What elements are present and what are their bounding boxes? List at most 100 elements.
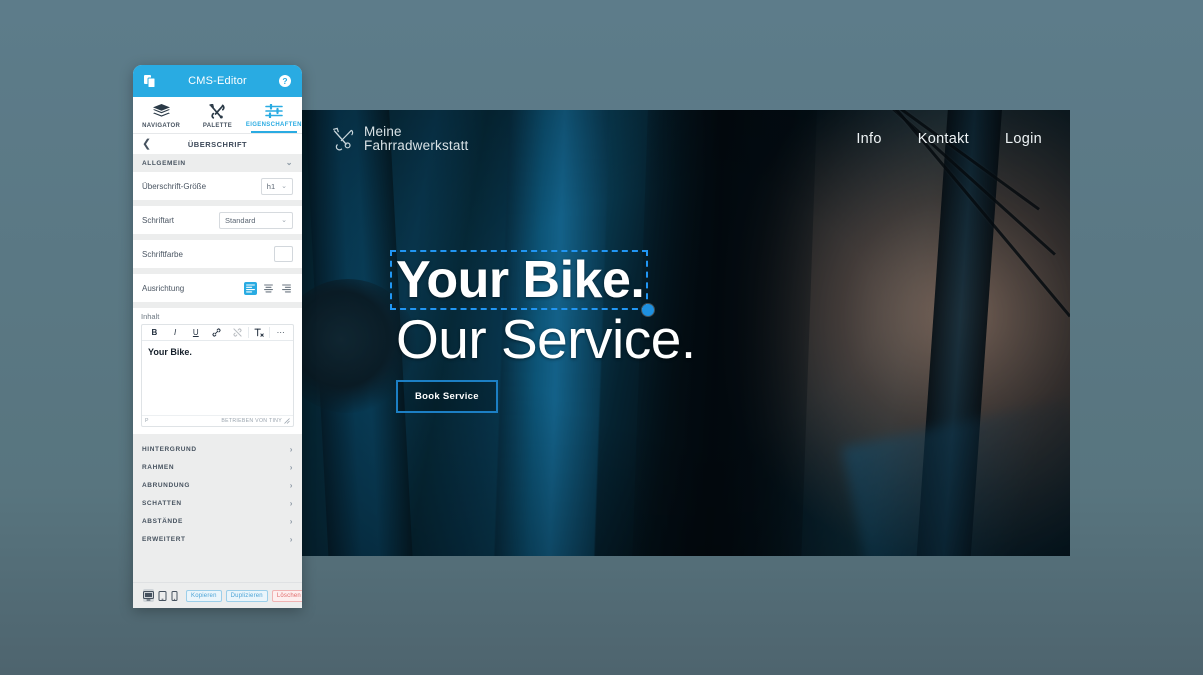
desktop-view-icon[interactable] [143, 589, 154, 602]
help-circle-icon[interactable]: ? [279, 75, 291, 87]
section-schatten-label: SCHATTEN [142, 499, 182, 507]
chevron-right-icon: › [289, 498, 293, 508]
section-allgemein-label: ALLGEMEIN [142, 159, 186, 167]
section-schatten[interactable]: SCHATTEN › [133, 494, 302, 512]
section-erweitert-label: ERWEITERT [142, 535, 186, 543]
font-value: Standard [225, 215, 256, 225]
breadcrumb: ❮ ÜBERSCHRIFT [133, 133, 302, 154]
field-heading-size[interactable]: Überschrift-Größe h1 ⌄ [133, 172, 302, 200]
site-nav: Info Kontakt Login [856, 131, 1042, 147]
section-rahmen-label: RAHMEN [142, 463, 175, 471]
bold-icon[interactable]: B [144, 325, 165, 340]
hero-section: Your Bike. Our Service. Book Service [390, 250, 696, 413]
editor-branding: BETRIEBEN VON TINY [221, 418, 282, 424]
editor-toolbar: B I U ··· [142, 325, 293, 341]
clear-formatting-icon[interactable] [249, 325, 270, 340]
brand-line-2: Fahrradwerkstatt [364, 138, 469, 153]
section-abstaende[interactable]: ABSTÄNDE › [133, 512, 302, 530]
tab-palette[interactable]: PALETTE [189, 97, 245, 133]
chevron-down-icon[interactable]: ⌄ [286, 159, 293, 167]
crossed-tools-icon [330, 126, 356, 152]
section-erweitert[interactable]: ERWEITERT › [133, 530, 302, 548]
chevron-down-icon: ⌄ [281, 183, 287, 190]
field-heading-size-label: Überschrift-Größe [142, 181, 207, 191]
section-abstaende-label: ABSTÄNDE [142, 517, 183, 525]
hero-subline[interactable]: Our Service. [390, 310, 696, 368]
section-abrundung[interactable]: ABRUNDUNG › [133, 476, 302, 494]
mobile-view-icon[interactable] [171, 589, 178, 602]
chevron-down-icon: ⌄ [281, 217, 287, 224]
rich-text-editor[interactable]: B I U ··· Your Bike. P BETRIEBEN VON TIN… [141, 324, 294, 427]
tab-eigenschaften[interactable]: EIGENSCHAFTEN [246, 97, 302, 133]
section-abrundung-label: ABRUNDUNG [142, 481, 191, 489]
chevron-right-icon: › [289, 462, 293, 472]
sliders-icon [265, 104, 283, 118]
selected-heading-wrapper[interactable]: Your Bike. [390, 250, 655, 316]
tab-eigenschaften-label: EIGENSCHAFTEN [245, 122, 302, 128]
duplicate-button[interactable]: Duplizieren [225, 589, 268, 602]
book-service-button[interactable]: Book Service [396, 380, 498, 413]
editor-paragraph[interactable]: Your Bike. [148, 347, 287, 357]
font-color-swatch[interactable] [274, 246, 293, 262]
field-font[interactable]: Schriftart Standard ⌄ [133, 206, 302, 234]
hero-headline[interactable]: Your Bike. [390, 250, 648, 310]
section-rahmen[interactable]: RAHMEN › [133, 458, 302, 476]
tab-navigator-label: NAVIGATOR [142, 123, 181, 129]
link-icon[interactable] [206, 325, 227, 340]
editor-content-area[interactable]: Your Bike. [142, 341, 293, 415]
layers-icon [152, 104, 170, 119]
editor-statusbar: P BETRIEBEN VON TINY [142, 415, 293, 426]
svg-text:?: ? [282, 76, 287, 86]
editor-title: CMS-Editor [188, 75, 247, 87]
cms-editor-panel[interactable]: CMS-Editor ? NAVIGATOR PALETTE EIGENSCHA… [133, 65, 302, 608]
breadcrumb-title: ÜBERSCHRIFT [187, 139, 248, 149]
section-hintergrund-label: HINTERGRUND [142, 445, 197, 453]
align-right-icon[interactable] [280, 282, 293, 295]
chevron-right-icon: › [289, 516, 293, 526]
site-header: Meine Fahrradwerkstatt Info Kontakt Logi… [302, 110, 1070, 168]
more-options-icon[interactable]: ··· [270, 325, 291, 340]
field-alignment-label: Ausrichtung [142, 283, 185, 293]
nav-link-kontakt[interactable]: Kontakt [918, 131, 969, 147]
field-font-color-label: Schriftfarbe [142, 249, 183, 259]
field-alignment[interactable]: Ausrichtung [133, 274, 302, 302]
heading-size-select[interactable]: h1 ⌄ [260, 177, 293, 195]
alignment-group [244, 281, 293, 295]
field-font-color[interactable]: Schriftfarbe [133, 240, 302, 268]
font-select[interactable]: Standard ⌄ [219, 211, 293, 229]
delete-button[interactable]: Löschen [271, 589, 302, 602]
section-allgemein-header[interactable]: ALLGEMEIN ⌄ [133, 154, 302, 172]
chevron-right-icon: › [289, 534, 293, 544]
site-logo[interactable]: Meine Fahrradwerkstatt [330, 124, 469, 154]
align-center-icon[interactable] [262, 282, 275, 295]
underline-icon[interactable]: U [185, 325, 206, 340]
copy-pages-icon[interactable] [144, 74, 156, 88]
section-hintergrund[interactable]: HINTERGRUND › [133, 440, 302, 458]
field-content-label: Inhalt [141, 312, 160, 321]
heading-size-value: h1 [266, 181, 276, 191]
align-left-icon[interactable] [244, 281, 257, 295]
italic-icon[interactable]: I [165, 325, 186, 340]
tablet-view-icon[interactable] [158, 589, 167, 602]
properties-scroll-area[interactable]: ALLGEMEIN ⌄ Überschrift-Größe h1 ⌄ Schri… [133, 154, 302, 582]
unlink-icon [227, 325, 248, 340]
brand-text: Meine Fahrradwerkstatt [364, 124, 469, 154]
nav-link-info[interactable]: Info [856, 131, 881, 147]
chevron-right-icon: › [289, 444, 293, 454]
editor-titlebar: CMS-Editor ? [133, 65, 302, 97]
field-content: Inhalt B I U ··· Your Bike. P BETRIEBEN … [133, 308, 302, 434]
editor-element-path: P [145, 418, 149, 424]
website-preview-canvas[interactable]: Meine Fahrradwerkstatt Info Kontakt Logi… [302, 110, 1070, 556]
resize-grip-icon[interactable] [284, 418, 290, 424]
chevron-right-icon: › [289, 480, 293, 490]
chevron-left-icon[interactable]: ❮ [142, 138, 156, 150]
nav-link-login[interactable]: Login [1005, 131, 1042, 147]
copy-button[interactable]: Kopieren [186, 589, 222, 602]
editor-footer: Kopieren Duplizieren Löschen [133, 582, 302, 608]
collapsed-sections: HINTERGRUND › RAHMEN › ABRUNDUNG › SCHAT… [133, 440, 302, 548]
editor-tabs: NAVIGATOR PALETTE EIGENSCHAFTEN [133, 97, 302, 133]
tools-icon [209, 104, 226, 119]
tab-navigator[interactable]: NAVIGATOR [133, 97, 189, 133]
tab-palette-label: PALETTE [202, 123, 233, 129]
field-font-label: Schriftart [142, 215, 175, 225]
